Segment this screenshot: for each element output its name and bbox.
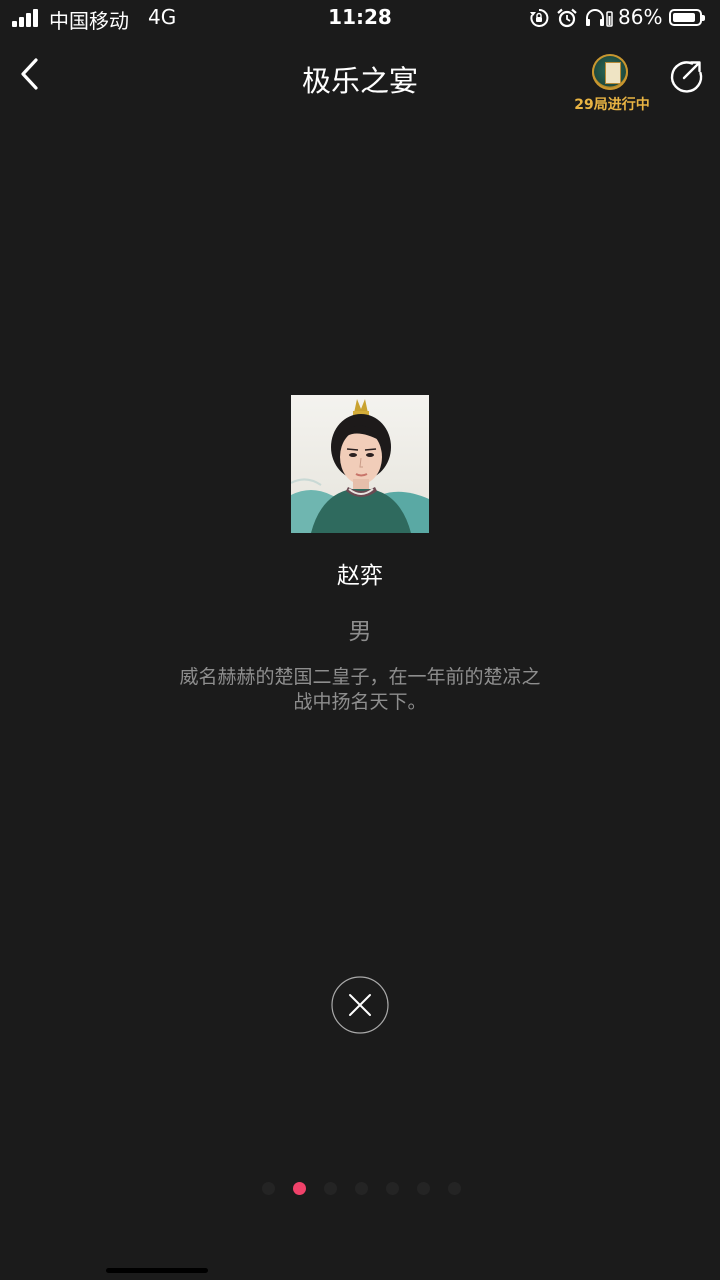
page-indicator [262, 1182, 462, 1196]
page-dot[interactable] [324, 1182, 337, 1195]
character-gender: 男 [348, 619, 372, 645]
page-dot[interactable] [386, 1182, 399, 1195]
card-icon [605, 62, 621, 84]
orientation-lock-icon [530, 8, 549, 27]
page-dot[interactable] [355, 1182, 368, 1195]
character-name: 赵弈 [337, 563, 383, 589]
ongoing-games-label[interactable]: 29局进行中 [558, 94, 666, 114]
home-indicator [106, 1268, 208, 1273]
page-dot[interactable] [448, 1182, 461, 1195]
game-badge-button[interactable] [590, 54, 634, 92]
battery-icon [669, 9, 705, 26]
page-dot-active[interactable] [293, 1182, 306, 1195]
battery-percent: 86% [618, 5, 663, 29]
page-dot[interactable] [417, 1182, 430, 1195]
character-description: 威名赫赫的楚国二皇子，在一年前的楚凉之 战中扬名天下。 [179, 666, 541, 713]
status-bar: 中国移动 4G 11:28 86% [0, 0, 720, 36]
headphones-icon [586, 9, 613, 27]
page-dot[interactable] [262, 1182, 275, 1195]
share-icon[interactable] [668, 58, 704, 94]
game-badge-icon [592, 54, 628, 90]
battery-fill [673, 13, 695, 22]
character-avatar [291, 395, 429, 533]
alarm-icon [557, 8, 577, 28]
close-icon[interactable] [331, 976, 389, 1034]
